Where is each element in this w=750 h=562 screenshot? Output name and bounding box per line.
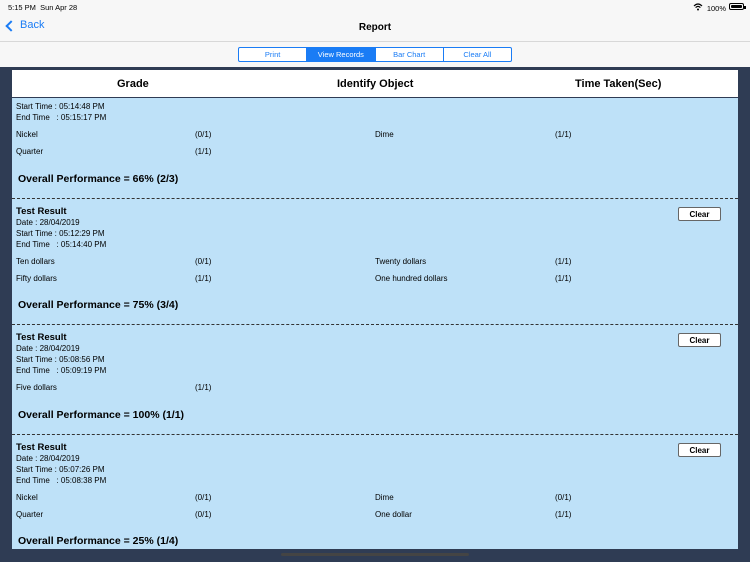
view-segmented-control: Print View Records Bar Chart Clear All: [238, 47, 512, 62]
segment-bar-chart[interactable]: Bar Chart: [376, 48, 444, 61]
record-date: Date : 28/04/2019: [16, 218, 80, 227]
item-score: (1/1): [195, 383, 212, 392]
segment-view-records[interactable]: View Records: [307, 48, 376, 61]
item-name: Fifty dollars: [16, 274, 57, 283]
navigation-bar: Back Report: [0, 14, 750, 42]
record-divider: [12, 198, 738, 199]
home-indicator: [281, 553, 469, 556]
record-title: Test Result: [16, 332, 67, 343]
overall-performance: Overall Performance = 66% (2/3): [18, 173, 179, 185]
item-score: (0/1): [195, 130, 212, 139]
record-divider: [12, 324, 738, 325]
item-score: (0/1): [195, 510, 212, 519]
clear-button[interactable]: Clear: [678, 207, 721, 221]
item-name: Dime: [375, 130, 394, 139]
item-name: Five dollars: [16, 383, 57, 392]
item-name: One hundred dollars: [375, 274, 448, 283]
item-score: (1/1): [195, 147, 212, 156]
item-score: (1/1): [555, 130, 572, 139]
record-title: Test Result: [16, 206, 67, 217]
item-name: Quarter: [16, 147, 44, 156]
record-divider: [12, 434, 738, 435]
item-name: Dime: [375, 493, 394, 502]
start-time: Start Time : 05:12:29 PM: [16, 229, 105, 238]
record-date: Date : 28/04/2019: [16, 454, 80, 463]
overall-performance: Overall Performance = 25% (1/4): [18, 535, 179, 547]
table-header: Grade Identify Object Time Taken(Sec): [12, 70, 738, 97]
end-time: End Time : 05:09:19 PM: [16, 366, 107, 375]
item-score: (1/1): [555, 274, 572, 283]
item-name: Nickel: [16, 493, 38, 502]
end-time: End Time : 05:08:38 PM: [16, 476, 107, 485]
end-time: End Time : 05:15:17 PM: [16, 113, 107, 122]
header-time-taken: Time Taken(Sec): [575, 78, 662, 90]
page-title: Report: [358, 22, 392, 33]
segment-print[interactable]: Print: [239, 48, 308, 61]
header-identify-object: Identify Object: [337, 78, 414, 90]
item-score: (1/1): [555, 510, 572, 519]
clear-button[interactable]: Clear: [678, 333, 721, 347]
status-time: 5:15 PM Sun Apr 28: [8, 3, 78, 12]
item-name: One dollar: [375, 510, 412, 519]
item-score: (0/1): [555, 493, 572, 502]
battery-percent: 100%: [706, 3, 726, 13]
item-score: (1/1): [555, 257, 572, 266]
records-list[interactable]: Start Time : 05:14:48 PM End Time : 05:1…: [12, 98, 738, 549]
status-bar: 5:15 PM Sun Apr 28 100%: [0, 0, 750, 14]
start-time: Start Time : 05:14:48 PM: [16, 102, 105, 111]
end-time: End Time : 05:14:40 PM: [16, 240, 107, 249]
record-title: Test Result: [16, 442, 67, 453]
battery-icon: [729, 3, 746, 10]
start-time: Start Time : 05:08:56 PM: [16, 355, 105, 364]
item-name: Ten dollars: [16, 257, 55, 266]
segment-clear-all[interactable]: Clear All: [444, 48, 511, 61]
item-name: Nickel: [16, 130, 38, 139]
wifi-icon: [693, 3, 703, 13]
item-score: (1/1): [195, 274, 212, 283]
clear-button[interactable]: Clear: [678, 443, 721, 457]
record-date: Date : 28/04/2019: [16, 344, 80, 353]
overall-performance: Overall Performance = 75% (3/4): [18, 299, 179, 311]
start-time: Start Time : 05:07:26 PM: [16, 465, 105, 474]
overall-performance: Overall Performance = 100% (1/1): [18, 409, 185, 421]
item-score: (0/1): [195, 493, 212, 502]
item-name: Quarter: [16, 510, 44, 519]
item-name: Twenty dollars: [375, 257, 427, 266]
header-grade: Grade: [117, 78, 149, 90]
item-score: (0/1): [195, 257, 212, 266]
